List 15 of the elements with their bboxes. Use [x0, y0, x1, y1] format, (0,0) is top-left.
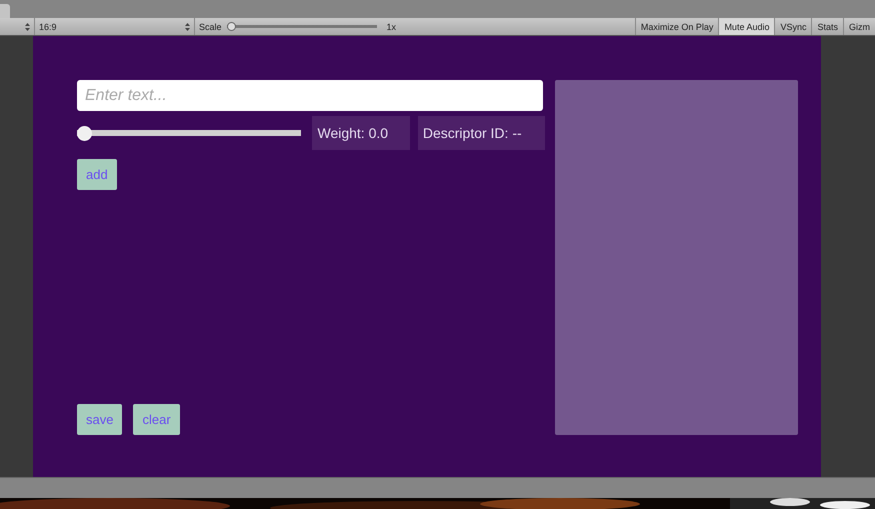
toggle-button[interactable]: Gizm [843, 18, 875, 35]
toggle-button[interactable]: Stats [811, 18, 843, 35]
toggle-button[interactable]: VSync [774, 18, 812, 35]
scale-value: 1x [386, 22, 396, 32]
descriptor-label: Descriptor ID: -- [418, 116, 546, 150]
text-field[interactable]: Enter text... [77, 80, 543, 111]
aspect-dropdown[interactable]: 16:9 [35, 18, 195, 35]
toggle-button[interactable]: Mute Audio [718, 18, 774, 35]
weight-label: Weight: 0.0 [312, 116, 410, 150]
updown-icon [185, 22, 190, 30]
slider-thumb[interactable] [77, 126, 92, 140]
updown-icon [25, 22, 30, 30]
scale-label: Scale [199, 22, 222, 32]
scale-slider[interactable] [226, 22, 377, 31]
slider-thumb[interactable] [226, 22, 236, 31]
